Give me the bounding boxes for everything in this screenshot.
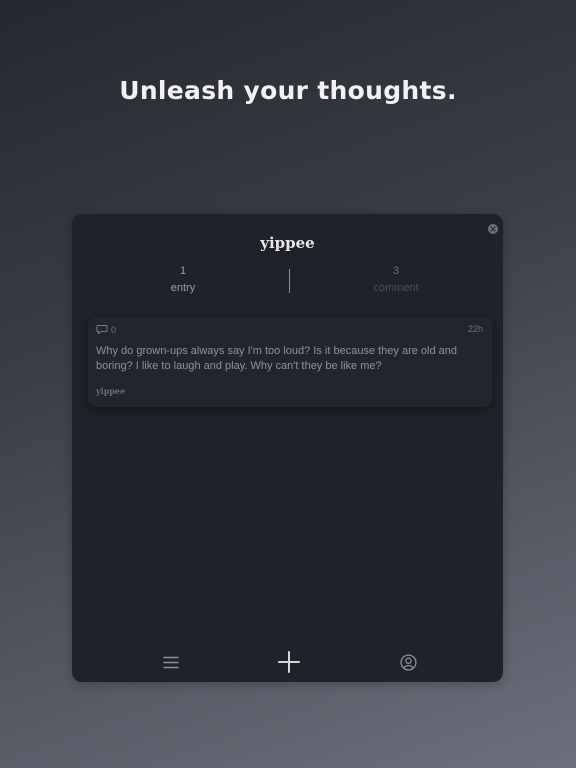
post-text: Why do grown-ups always say I'm too loud… — [96, 345, 458, 372]
post-comments[interactable]: 0 — [96, 324, 116, 335]
comment-count: 3 — [392, 265, 400, 277]
comment-icon — [96, 325, 108, 335]
post-comment-count: 0 — [111, 324, 117, 335]
stats-divider — [289, 269, 290, 293]
close-icon — [490, 226, 496, 232]
headline: Unleash your thoughts. — [119, 76, 457, 105]
post-author: yippee — [96, 386, 126, 396]
profile-button[interactable] — [399, 653, 417, 671]
app-title: yippee — [260, 234, 315, 252]
profile-icon — [399, 653, 417, 671]
close-button[interactable] — [488, 224, 498, 234]
stat-comment[interactable]: 3 comment — [336, 264, 456, 295]
entry-label: entry — [170, 282, 196, 294]
plus-icon — [278, 651, 300, 673]
stat-entry[interactable]: 1 entry — [123, 264, 243, 295]
app-window: yippee 1 entry 3 comment 0 22h Why do gr… — [72, 214, 503, 682]
entry-count: 1 — [179, 265, 187, 277]
post-timestamp: 22h — [467, 324, 483, 334]
add-entry-button[interactable] — [278, 651, 300, 673]
menu-icon — [163, 656, 179, 668]
post-card[interactable]: 0 22h Why do grown-ups always say I'm to… — [88, 317, 492, 407]
comment-label: comment — [373, 282, 419, 294]
menu-button[interactable] — [162, 654, 180, 670]
